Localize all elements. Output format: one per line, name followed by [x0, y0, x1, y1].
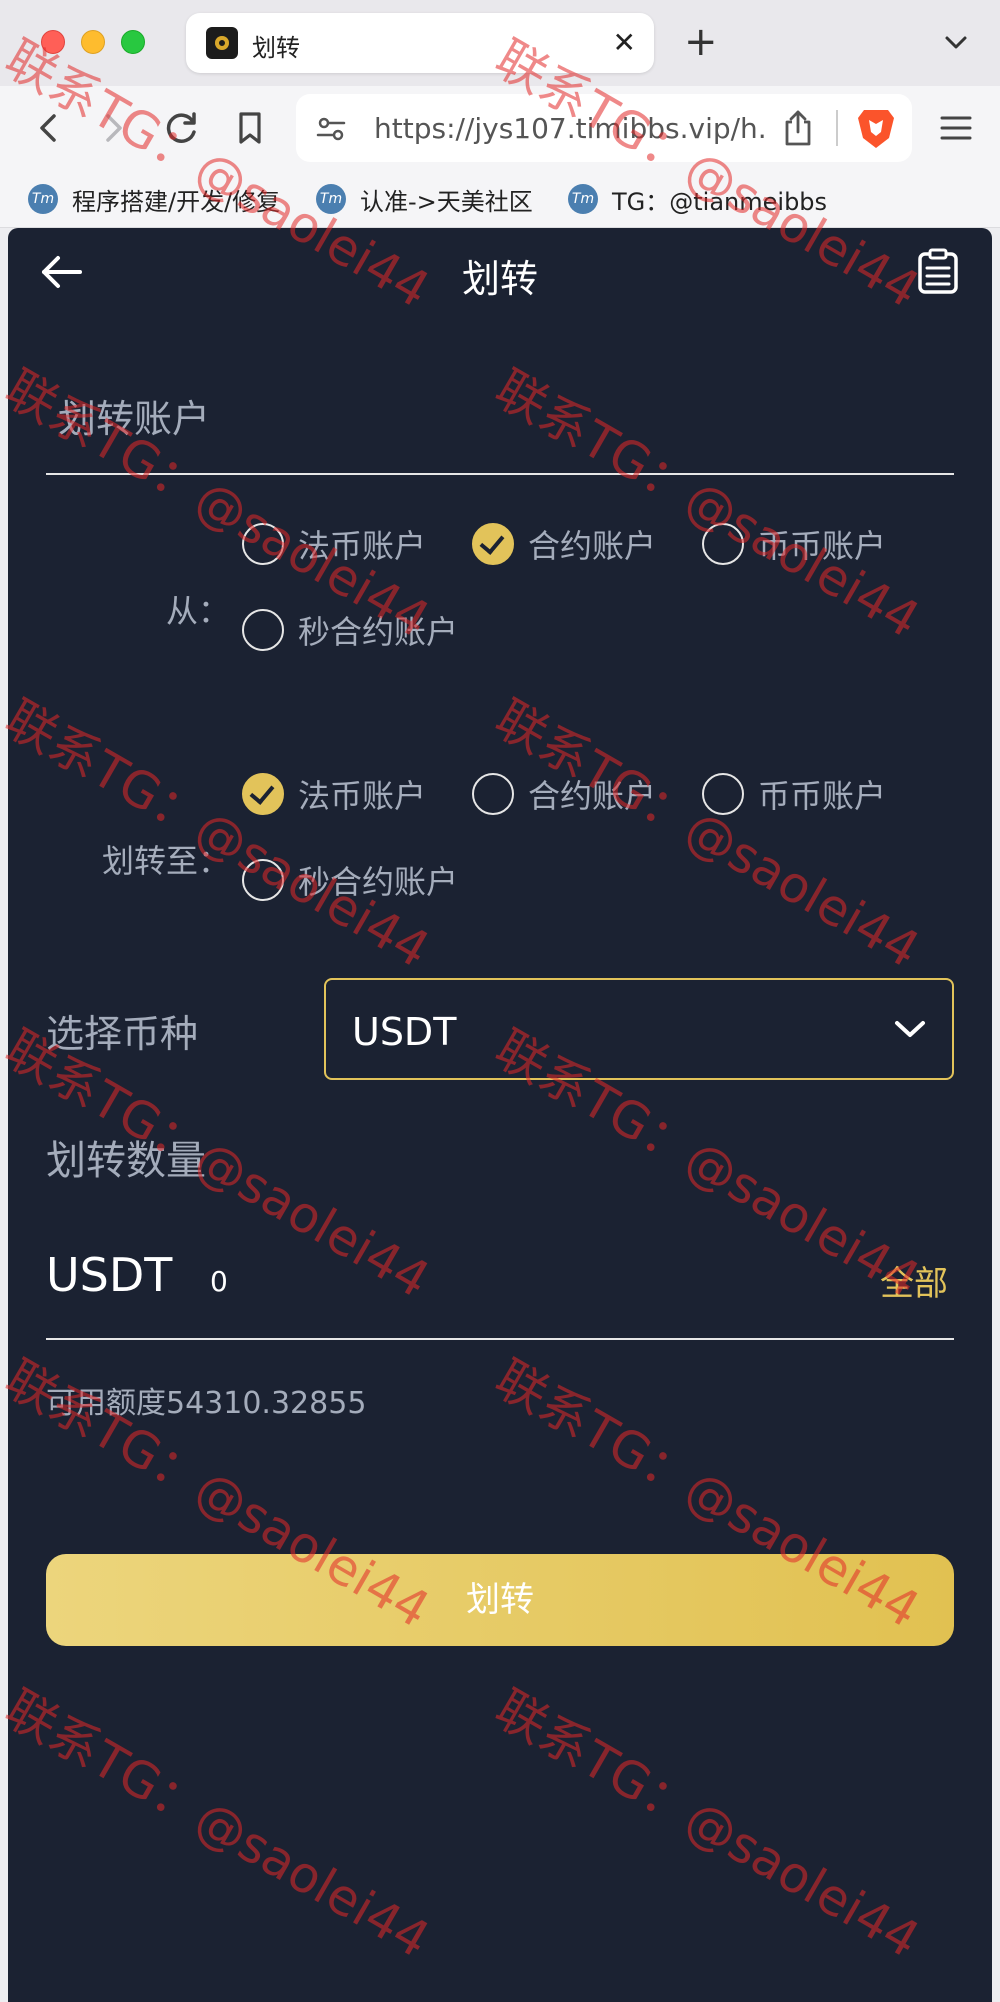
- chevron-down-icon: [895, 1021, 925, 1037]
- site-favicon-icon: [206, 27, 238, 59]
- radio-circle[interactable]: [242, 859, 284, 901]
- from-option-contract[interactable]: 合约账户: [472, 522, 656, 566]
- transfer-page: 划转 划转账户 从： 法币账户 合约账户 币币账户 秒合约账户 划转至： 法币账…: [8, 228, 992, 2002]
- available-balance: 可用额度54310.32855: [46, 1386, 367, 1421]
- minimize-window-button[interactable]: [81, 30, 105, 54]
- divider: [46, 473, 954, 475]
- from-label: 从：: [165, 592, 230, 630]
- tab-close-icon[interactable]: ✕: [613, 25, 636, 61]
- to-option-contract[interactable]: 合约账户: [472, 772, 656, 816]
- all-amount-button[interactable]: 全部: [880, 1256, 948, 1305]
- radio-label: 秒合约账户: [298, 863, 459, 901]
- radio-label: 合约账户: [528, 527, 657, 565]
- from-option-spot[interactable]: 币币账户: [702, 522, 886, 566]
- coin-select-label: 选择币种: [46, 1012, 199, 1056]
- maximize-window-button[interactable]: [121, 30, 145, 54]
- reload-icon[interactable]: [158, 104, 206, 152]
- radio-label: 法币账户: [298, 777, 427, 815]
- amount-label: 划转数量: [46, 1138, 206, 1184]
- radio-circle[interactable]: [472, 773, 514, 815]
- radio-label: 秒合约账户: [298, 613, 459, 651]
- chevron-down-icon[interactable]: [940, 26, 972, 58]
- radio-label: 法币账户: [298, 527, 427, 565]
- bookmark-favicon-icon: Tm: [28, 184, 58, 214]
- brave-shield-icon[interactable]: [856, 106, 896, 150]
- transfer-account-heading: 划转账户: [58, 397, 211, 441]
- bookmark-icon[interactable]: [226, 104, 274, 152]
- bookmark-label: 程序搭建/开发/修复: [72, 187, 281, 216]
- from-option-second-contract[interactable]: 秒合约账户: [242, 608, 458, 652]
- to-option-fiat[interactable]: 法币账户: [242, 772, 426, 816]
- bookmark-label: TG：@tianmeibbs: [612, 187, 828, 216]
- page-header: 划转: [8, 228, 992, 318]
- radio-checked-icon[interactable]: [242, 773, 284, 815]
- back-icon[interactable]: [24, 104, 72, 152]
- tab-title: 划转: [252, 34, 300, 62]
- transfer-submit-button[interactable]: 划转: [46, 1554, 954, 1646]
- radio-label: 合约账户: [528, 777, 657, 815]
- toolbar-divider: [836, 110, 838, 146]
- bookmark-item[interactable]: Tm 认准->天美社区: [316, 182, 533, 216]
- browser-tab-active[interactable]: 划转 ✕: [186, 13, 654, 73]
- divider: [46, 1338, 954, 1340]
- url-text[interactable]: https://jys107.timibbs.vip/h...: [374, 112, 764, 145]
- to-option-spot[interactable]: 币币账户: [702, 772, 886, 816]
- radio-circle[interactable]: [242, 609, 284, 651]
- share-icon[interactable]: [780, 108, 816, 148]
- browser-toolbar: https://jys107.timibbs.vip/h...: [0, 86, 1000, 170]
- radio-label: 币币账户: [758, 777, 887, 815]
- to-option-second-contract[interactable]: 秒合约账户: [242, 858, 458, 902]
- amount-input[interactable]: [210, 1258, 710, 1304]
- radio-checked-icon[interactable]: [472, 523, 514, 565]
- coin-select-value: USDT: [352, 1010, 457, 1054]
- to-label: 划转至：: [101, 842, 230, 880]
- radio-circle[interactable]: [702, 773, 744, 815]
- amount-unit: USDT: [46, 1248, 173, 1302]
- radio-circle[interactable]: [702, 523, 744, 565]
- bookmark-favicon-icon: Tm: [568, 184, 598, 214]
- bookmark-item[interactable]: Tm 程序搭建/开发/修复: [28, 182, 280, 216]
- page-title: 划转: [461, 257, 538, 301]
- menu-icon[interactable]: [932, 104, 980, 152]
- from-option-fiat[interactable]: 法币账户: [242, 522, 426, 566]
- new-tab-button[interactable]: +: [684, 18, 718, 66]
- bookmark-item[interactable]: Tm TG：@tianmeibbs: [568, 182, 827, 216]
- bookmarks-bar: Tm 程序搭建/开发/修复 Tm 认准->天美社区 Tm TG：@tianmei…: [0, 170, 1000, 228]
- address-bar[interactable]: https://jys107.timibbs.vip/h...: [296, 94, 912, 162]
- close-window-button[interactable]: [41, 30, 65, 54]
- browser-tab-bar: 划转 ✕ +: [0, 0, 1000, 86]
- radio-label: 币币账户: [758, 527, 887, 565]
- coin-select-dropdown[interactable]: USDT: [324, 978, 954, 1080]
- bookmark-label: 认准->天美社区: [360, 187, 533, 216]
- forward-icon[interactable]: [90, 104, 138, 152]
- radio-circle[interactable]: [242, 523, 284, 565]
- transfer-record-icon[interactable]: [916, 248, 960, 296]
- site-settings-icon[interactable]: [314, 112, 348, 146]
- bookmark-favicon-icon: Tm: [316, 184, 346, 214]
